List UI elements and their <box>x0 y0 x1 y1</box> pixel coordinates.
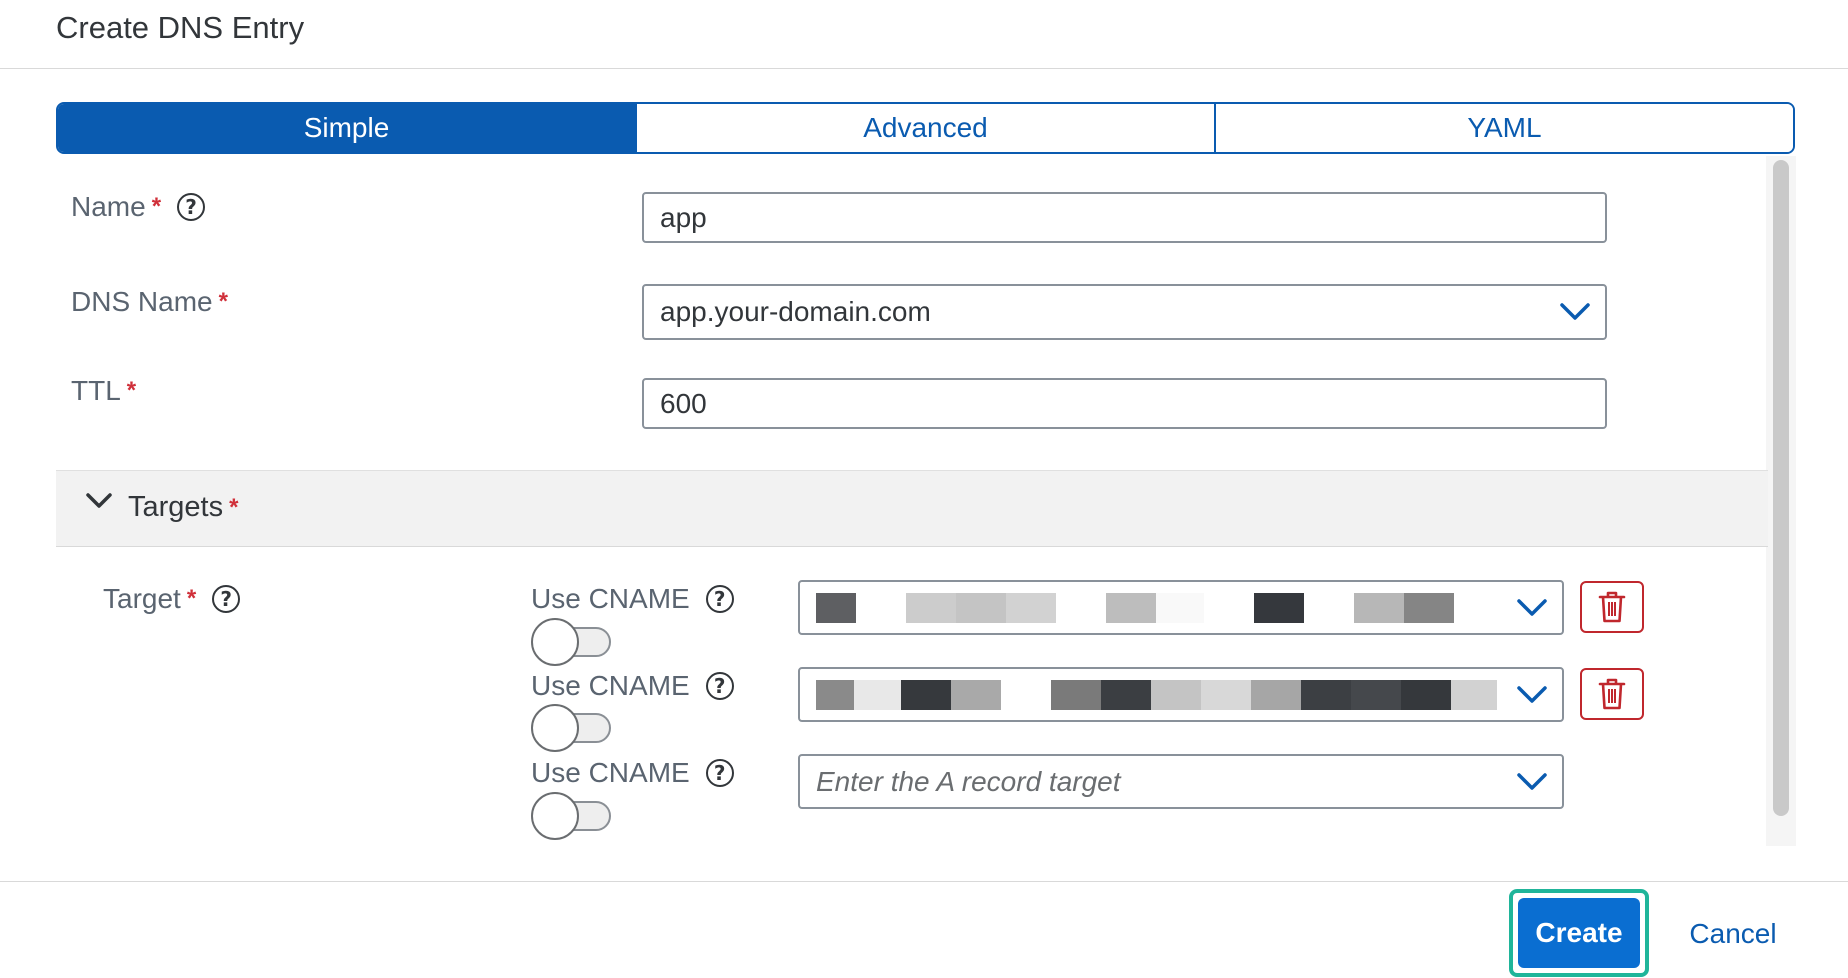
trash-icon <box>1598 591 1626 623</box>
required-marker: * <box>186 585 197 612</box>
target-select[interactable] <box>798 580 1564 635</box>
dns-name-select[interactable]: app.your-domain.com <box>642 284 1607 340</box>
create-dns-entry-dialog: Create DNS Entry Simple Advanced YAML Na… <box>0 0 1848 978</box>
editor-mode-tabs: Simple Advanced YAML <box>56 102 1795 154</box>
required-marker: * <box>126 377 137 404</box>
target-label-text: Target <box>103 583 181 614</box>
targets-section-header[interactable]: Targets * <box>56 470 1768 547</box>
ttl-label-text: TTL <box>71 375 121 406</box>
dns-name-label: DNS Name * <box>71 286 228 318</box>
toggle-knob <box>531 792 579 840</box>
use-cname-toggle[interactable] <box>531 704 611 752</box>
name-input[interactable]: app <box>642 192 1607 243</box>
use-cname-toggle[interactable] <box>531 792 611 840</box>
trash-icon <box>1598 678 1626 710</box>
redacted-target-value <box>816 592 1502 623</box>
use-cname-label: Use CNAME ? <box>531 583 734 615</box>
ttl-input[interactable]: 600 <box>642 378 1607 429</box>
name-input-value: app <box>660 201 707 233</box>
target-select[interactable]: Enter the A record target <box>798 754 1564 809</box>
use-cname-label-text: Use CNAME <box>531 757 690 788</box>
use-cname-label-text: Use CNAME <box>531 670 690 701</box>
dns-name-label-text: DNS Name <box>71 286 213 317</box>
name-label: Name * ? <box>71 191 206 223</box>
name-label-text: Name <box>71 191 146 222</box>
use-cname-label: Use CNAME ? <box>531 670 734 702</box>
help-circle-icon[interactable]: ? <box>705 672 734 700</box>
targets-section-title: Targets * <box>128 491 238 524</box>
required-marker: * <box>218 288 228 315</box>
chevron-down-icon[interactable] <box>1502 756 1562 807</box>
use-cname-label: Use CNAME ? <box>531 757 734 789</box>
targets-title-text: Targets <box>128 491 224 523</box>
dialog-title: Create DNS Entry <box>56 10 305 45</box>
create-button-focus-ring: Create <box>1509 889 1649 977</box>
delete-target-button[interactable] <box>1580 668 1644 720</box>
target-select[interactable] <box>798 667 1564 722</box>
help-circle-icon[interactable]: ? <box>212 585 241 613</box>
chevron-down-icon[interactable] <box>1502 669 1562 720</box>
help-circle-icon[interactable]: ? <box>177 193 206 221</box>
redacted-target-value <box>816 679 1502 710</box>
target-select-placeholder: Enter the A record target <box>816 765 1121 797</box>
required-marker: * <box>151 193 162 220</box>
tab-advanced[interactable]: Advanced <box>635 104 1214 152</box>
target-label: Target * ? <box>103 583 241 615</box>
cancel-button[interactable]: Cancel <box>1670 912 1796 956</box>
use-cname-label-text: Use CNAME <box>531 583 690 614</box>
tab-yaml[interactable]: YAML <box>1214 104 1793 152</box>
ttl-label: TTL * <box>71 375 136 407</box>
help-circle-icon[interactable]: ? <box>705 759 734 787</box>
help-circle-icon[interactable]: ? <box>705 585 734 613</box>
chevron-down-icon[interactable] <box>86 493 112 514</box>
dialog-header: Create DNS Entry <box>0 0 1848 69</box>
chevron-down-icon[interactable] <box>1545 286 1605 338</box>
toggle-knob <box>531 618 579 666</box>
delete-target-button[interactable] <box>1580 581 1644 633</box>
ttl-input-value: 600 <box>660 387 707 419</box>
scrollbar-thumb[interactable] <box>1773 160 1789 816</box>
use-cname-toggle[interactable] <box>531 618 611 666</box>
required-marker: * <box>229 493 239 521</box>
toggle-knob <box>531 704 579 752</box>
dns-name-select-value: app.your-domain.com <box>660 296 931 327</box>
tab-simple[interactable]: Simple <box>58 104 635 152</box>
create-button[interactable]: Create <box>1518 898 1640 968</box>
chevron-down-icon[interactable] <box>1502 582 1562 633</box>
